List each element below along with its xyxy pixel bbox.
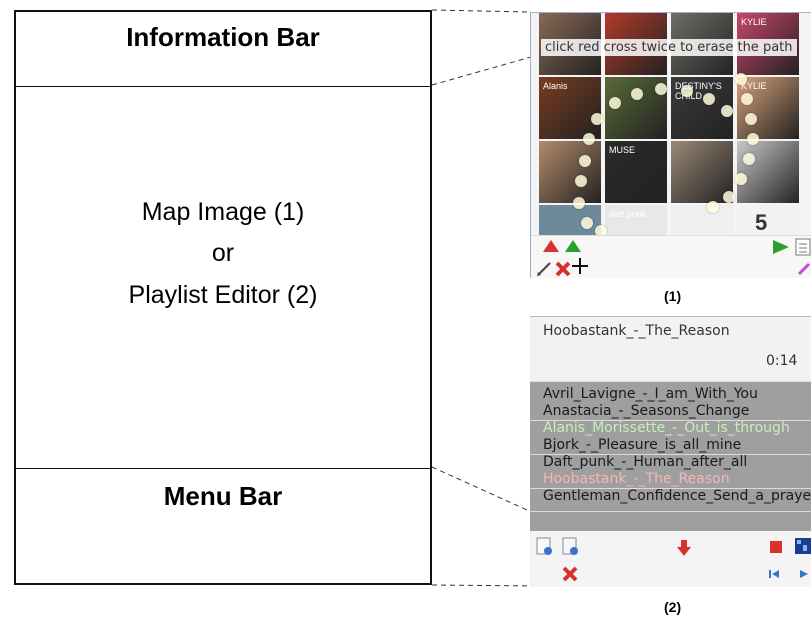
path-point xyxy=(743,153,755,165)
now-playing-title: Hoobastank_-_The_Reason xyxy=(543,323,730,339)
move-down-icon[interactable] xyxy=(676,539,692,557)
play-icon[interactable] xyxy=(798,569,810,579)
path-point xyxy=(579,155,591,167)
panel-1-caption: (1) xyxy=(664,288,682,304)
information-bar-text: click red cross twice to erase the path xyxy=(541,39,797,56)
album-cover-tile[interactable]: Alanis xyxy=(539,77,601,139)
album-cover-label: daft punk xyxy=(609,209,647,219)
path-point xyxy=(573,197,585,209)
path-point xyxy=(735,73,747,85)
playlist-item[interactable]: Alanis_Morissette_-_Out_is_through xyxy=(543,420,790,437)
path-point xyxy=(681,85,693,97)
album-cover-label: MUSE xyxy=(609,145,636,155)
map-image-label: Map Image (1) xyxy=(141,198,305,226)
path-point xyxy=(735,173,747,185)
playlist-item[interactable]: Daft_punk_-_Human_after_all xyxy=(543,454,747,471)
stop-icon[interactable] xyxy=(768,539,784,555)
menu-bar xyxy=(530,531,811,587)
playlist-item[interactable]: Anastacia_-_Seasons_Change xyxy=(543,403,749,420)
playlist-item[interactable]: Bjork_-_Pleasure_is_all_mine xyxy=(543,437,741,454)
delete-icon[interactable] xyxy=(561,565,579,583)
menu-bar-label: Menu Bar xyxy=(163,481,283,511)
path-point xyxy=(631,88,643,100)
playlist-editor-panel: Hoobastank_-_The_Reason 0:14 Avril_Lavig… xyxy=(530,316,811,587)
pencil-icon[interactable] xyxy=(535,260,553,278)
path-point xyxy=(745,113,757,125)
page-number: 5 xyxy=(755,210,768,235)
path-point xyxy=(721,105,733,117)
album-cover-label: Alanis xyxy=(543,81,568,91)
previous-track-icon[interactable] xyxy=(768,569,782,579)
playlist-item[interactable]: Hoobastank_-_The_Reason xyxy=(543,471,730,488)
information-bar-label: Information Bar xyxy=(126,22,320,52)
playlist-separator xyxy=(530,420,811,421)
playlist-item[interactable]: Avril_Lavigne_-_I_am_With_You xyxy=(543,386,758,403)
path-point xyxy=(575,175,587,187)
playlist: Avril_Lavigne_-_I_am_With_You Anastacia_-… xyxy=(530,381,811,531)
visualizer-icon[interactable] xyxy=(794,537,811,555)
information-bar: Hoobastank_-_The_Reason 0:14 xyxy=(530,317,811,377)
path-point xyxy=(741,93,753,105)
layout-schematic: Information Bar Map Image (1) or Playlis… xyxy=(14,10,432,585)
panel-2-caption: (2) xyxy=(664,599,682,615)
playlist-separator xyxy=(530,488,811,489)
album-cover-tile[interactable]: MUSE xyxy=(605,141,667,203)
playlist-separator xyxy=(530,454,811,455)
album-cover-tile[interactable]: KYLIE xyxy=(737,77,799,139)
wand-icon[interactable] xyxy=(797,262,811,276)
plus-icon[interactable] xyxy=(571,256,589,276)
playlist-separator xyxy=(530,511,811,512)
list-icon[interactable] xyxy=(795,238,811,256)
arrow-icons[interactable] xyxy=(539,238,583,254)
path-point xyxy=(583,133,595,145)
path-point xyxy=(707,201,719,213)
path-point xyxy=(655,83,667,95)
path-point xyxy=(703,93,715,105)
or-label: or xyxy=(211,239,235,267)
album-cover-tile[interactable] xyxy=(539,141,601,203)
path-point xyxy=(747,133,759,145)
red-cross-icon[interactable] xyxy=(554,260,572,278)
path-point xyxy=(609,97,621,109)
playlist-editor-label: Playlist Editor (2) xyxy=(128,281,318,309)
load-playlist-icon[interactable] xyxy=(536,537,554,557)
section-divider xyxy=(16,468,430,469)
map-image-panel: KYLIEAlanisDESTINY'S CHILDKYLIEMUSEdaft … xyxy=(530,12,811,278)
playlist-separator xyxy=(530,381,811,382)
path-point xyxy=(581,217,593,229)
album-cover-label: KYLIE xyxy=(741,17,767,27)
section-divider xyxy=(16,86,430,87)
album-cover-tile[interactable] xyxy=(737,141,799,203)
playlist-item[interactable]: Gentleman_Confidence_Send_a_prayer xyxy=(543,488,811,505)
now-playing-time: 0:14 xyxy=(766,353,798,369)
save-playlist-icon[interactable] xyxy=(562,537,580,557)
play-icon[interactable] xyxy=(771,238,791,256)
path-point xyxy=(591,113,603,125)
menu-bar: 5 xyxy=(531,210,811,278)
path-point xyxy=(723,191,735,203)
